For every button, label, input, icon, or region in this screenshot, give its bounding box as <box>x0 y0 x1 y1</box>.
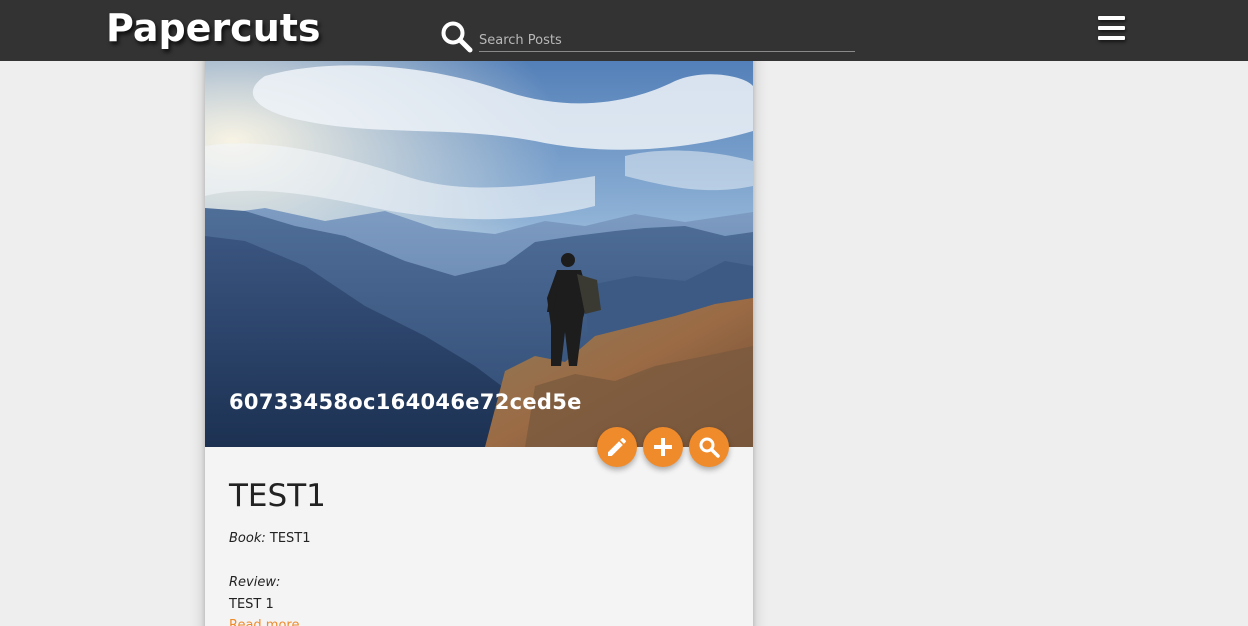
view-post-button[interactable] <box>689 427 729 467</box>
top-navbar: Papercuts <box>0 0 1248 61</box>
book-label: Book: <box>229 531 266 546</box>
brand-logo[interactable]: Papercuts <box>106 6 321 50</box>
post-card: 60733458oc164046e72ced5e TEST1 Book: TES… <box>205 36 753 626</box>
edit-post-button[interactable] <box>597 427 637 467</box>
pencil-icon <box>608 437 627 456</box>
review-label: Review: <box>229 575 281 590</box>
add-post-button[interactable] <box>643 427 683 467</box>
post-content: TEST1 Book: TEST1 Review: TEST 1 Read mo… <box>229 474 729 626</box>
post-title: TEST1 <box>229 478 326 514</box>
search-icon[interactable] <box>440 20 474 54</box>
book-value: TEST1 <box>269 531 311 546</box>
read-more-link[interactable]: Read more <box>229 617 729 626</box>
plus-icon <box>654 438 672 456</box>
post-cover-image: 60733458oc164046e72ced5e <box>205 36 753 447</box>
search-input[interactable] <box>479 30 855 52</box>
hamburger-menu-icon[interactable] <box>1098 16 1128 42</box>
review-text: TEST 1 <box>229 597 274 612</box>
magnifier-icon <box>699 437 720 458</box>
post-image-title: 60733458oc164046e72ced5e <box>229 390 582 414</box>
book-row: Book: TEST1 <box>229 530 729 548</box>
